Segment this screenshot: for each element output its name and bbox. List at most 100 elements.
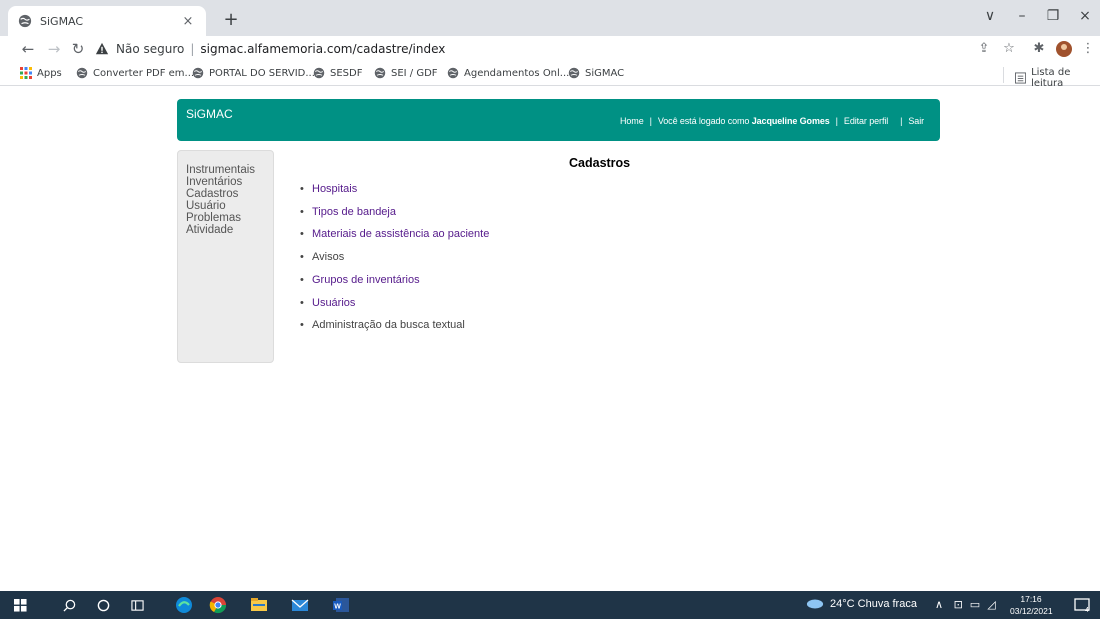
sidebar-item-cadastros[interactable]: Cadastros (186, 188, 273, 200)
search-icon[interactable] (58, 594, 80, 616)
new-tab-button[interactable]: + (220, 9, 242, 31)
app-logo[interactable]: SiGMAC (186, 107, 233, 121)
security-label[interactable]: Não seguro (116, 42, 184, 56)
word-icon[interactable]: W (330, 594, 352, 616)
bullet: • (300, 319, 304, 332)
bookmarks-divider (1003, 67, 1004, 83)
task-view-icon[interactable] (126, 594, 148, 616)
sidebar-item-usuario[interactable]: Usuário (186, 200, 273, 212)
usuarios-link[interactable]: Usuários (312, 297, 355, 309)
reload-icon[interactable]: ↻ (68, 39, 88, 59)
browser-toolbar: ← → ↻ Não seguro | sigmac.alfamemoria.co… (0, 36, 1100, 62)
notification-icon[interactable]: 4 (1071, 594, 1093, 616)
clock[interactable]: 17:16 03/12/2021 (1010, 593, 1053, 617)
sidebar: Instrumentais Inventários Cadastros Usuá… (177, 150, 274, 363)
sidebar-item-inventarios[interactable]: Inventários (186, 176, 273, 188)
avisos-text: Avisos (312, 251, 345, 264)
globe-icon (313, 67, 325, 79)
bullet: • (300, 205, 304, 218)
file-explorer-icon[interactable] (248, 594, 270, 616)
home-link[interactable]: Home (620, 116, 644, 126)
tab-search-icon[interactable]: ∨ (980, 8, 1000, 24)
back-icon[interactable]: ← (18, 39, 38, 59)
cloud-rain-icon (806, 599, 824, 609)
nav-separator: | (900, 116, 903, 126)
sidebar-item-atividade[interactable]: Atividade (186, 224, 273, 236)
cortana-icon[interactable] (92, 594, 114, 616)
bullet: • (300, 251, 304, 264)
bookmark-sigmac[interactable]: SiGMAC (568, 67, 624, 79)
bookmark-sesdf[interactable]: SESDF (313, 67, 362, 79)
globe-icon (192, 67, 204, 79)
globe-icon (76, 67, 88, 79)
bullet: • (300, 273, 304, 286)
bookmark-star-icon[interactable]: ☆ (1000, 40, 1018, 58)
forward-icon[interactable]: → (44, 39, 64, 59)
edge-icon[interactable] (173, 594, 195, 616)
bullet: • (300, 228, 304, 241)
sidebar-item-instrumentais[interactable]: Instrumentais (186, 164, 273, 176)
bookmark-label: SESDF (330, 67, 363, 79)
materiais-assistencia-link[interactable]: Materiais de assistência ao paciente (312, 228, 489, 240)
address-bar[interactable]: Não seguro | sigmac.alfamemoria.com/cada… (94, 37, 1004, 61)
system-tray[interactable]: ∧ ⊡ ▭ ◿ (935, 598, 996, 611)
svg-text:W: W (334, 604, 341, 611)
grupos-inventarios-link[interactable]: Grupos de inventários (312, 274, 420, 286)
bookmark-converter-pdf[interactable]: Converter PDF em... (76, 67, 194, 79)
logout-link[interactable]: Sair (908, 116, 924, 126)
globe-icon (568, 67, 580, 79)
nav-separator: | (649, 116, 652, 126)
list-item: • Usuários (300, 292, 489, 315)
reading-list-button[interactable]: Lista de leitura (1015, 67, 1100, 89)
edit-profile-link[interactable]: Editar perfil (844, 116, 888, 126)
header-nav: Home | Você está logado como Jacqueline … (620, 116, 924, 126)
app-header: SiGMAC Home | Você está logado como Jacq… (177, 99, 940, 141)
clock-time: 17:16 (1020, 594, 1042, 604)
cadastros-list: • Hospitais • Tipos de bandeja • Materiais … (300, 178, 489, 337)
weather-text: 24°C Chuva fraca (830, 598, 917, 610)
clock-date: 03/12/2021 (1010, 606, 1053, 616)
mail-icon[interactable] (289, 594, 311, 616)
reading-list-label: Lista de leitura (1031, 67, 1071, 89)
list-item: • Materiais de assistência ao paciente (300, 223, 489, 246)
network-icon[interactable]: ⊡ (954, 598, 963, 611)
nav-separator: | (835, 116, 838, 126)
bookmark-label: PORTAL DO SERVID... (209, 67, 315, 79)
list-item: • Hospitais (300, 178, 489, 201)
bookmark-portal-servidor[interactable]: PORTAL DO SERVID... (192, 67, 315, 79)
extensions-icon[interactable]: ✱ (1030, 40, 1048, 58)
profile-avatar-icon[interactable] (1055, 40, 1073, 58)
close-window-icon[interactable]: × (1075, 8, 1095, 24)
bookmarks-bar: Apps Converter PDF em... PORTAL DO SERVI… (0, 62, 1100, 89)
wifi-icon[interactable]: ◿ (987, 598, 995, 611)
chevron-up-icon[interactable]: ∧ (935, 598, 943, 611)
bookmark-apps[interactable]: Apps (20, 67, 62, 79)
bookmark-label: Apps (37, 67, 62, 79)
bookmark-sei-gdf[interactable]: SEI / GDF (374, 67, 438, 79)
bullet: • (300, 296, 304, 309)
minimize-icon[interactable]: – (1012, 8, 1032, 24)
sidebar-item-problemas[interactable]: Problemas (186, 212, 273, 224)
bookmark-agendamentos[interactable]: Agendamentos Onl... (447, 67, 569, 79)
reading-list-icon (1015, 72, 1027, 84)
weather-widget[interactable]: 24°C Chuva fraca (806, 598, 917, 610)
apps-grid-icon (20, 67, 32, 79)
menu-icon[interactable]: ⋮ (1079, 40, 1097, 58)
chrome-icon[interactable] (207, 594, 229, 616)
globe-icon (374, 67, 386, 79)
taskbar: W 24°C Chuva fraca ∧ ⊡ ▭ ◿ 17:16 03/12/2… (0, 591, 1100, 619)
share-icon[interactable]: ⇪ (975, 40, 993, 58)
restore-icon[interactable]: ❐ (1043, 8, 1063, 24)
url-text[interactable]: sigmac.alfamemoria.com/cadastre/index (200, 42, 445, 56)
list-item: • Tipos de bandeja (300, 201, 489, 224)
bookmark-label: Agendamentos Onl... (464, 67, 570, 79)
hospitais-link[interactable]: Hospitais (312, 183, 357, 195)
tab-close-icon[interactable]: × (180, 14, 196, 29)
windows-start-icon[interactable] (9, 594, 31, 616)
globe-icon (447, 67, 459, 79)
battery-icon[interactable]: ▭ (970, 598, 980, 611)
list-item: • Administração da busca textual (300, 314, 489, 337)
browser-tab[interactable]: SiGMAC × (8, 6, 206, 36)
globe-icon (18, 14, 32, 28)
tipos-de-bandeja-link[interactable]: Tipos de bandeja (312, 206, 396, 218)
